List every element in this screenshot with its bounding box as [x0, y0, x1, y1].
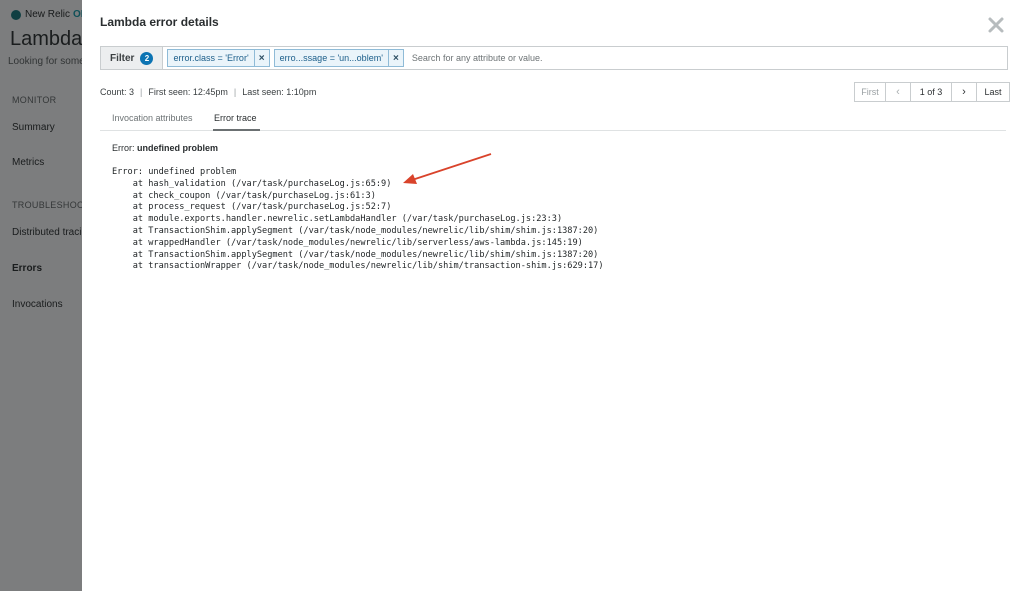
meta-separator: | [233, 87, 237, 97]
remove-filter-icon[interactable]: × [253, 50, 269, 66]
stack-line: at hash_validation (/var/task/purchaseLo… [112, 178, 392, 189]
filter-chip-error-class[interactable]: error.class = 'Error' × [167, 49, 270, 67]
detail-tabs: Invocation attributes Error trace [100, 110, 1006, 131]
stack-line: at transactionWrapper (/var/task/node_mo… [112, 261, 604, 272]
chevron-left-icon: ‹ [896, 86, 900, 98]
stack-line: at TransactionShim.applySegment (/var/ta… [112, 225, 599, 236]
stack-trace: Error: undefined problem at hash_validat… [112, 167, 604, 273]
error-label: Error: [112, 143, 138, 153]
error-summary: Error: undefined problem [112, 143, 218, 153]
chevron-right-icon: › [962, 86, 966, 98]
error-details-modal: Lambda error details Filter 2 error.clas… [82, 0, 1024, 591]
filter-chip-label: error.class = 'Error' [173, 53, 249, 63]
first-page-button[interactable]: First [855, 83, 886, 101]
filter-chip-label: erro...ssage = 'un...oblem' [279, 53, 383, 63]
filter-button[interactable]: Filter 2 [101, 47, 164, 69]
remove-filter-icon[interactable]: × [387, 50, 403, 66]
error-message: undefined problem [137, 143, 219, 153]
pagination: First ‹ 1 of 3 › Last [854, 82, 1010, 102]
stack-line: at TransactionShim.applySegment (/var/ta… [112, 249, 599, 260]
tab-error-trace[interactable]: Error trace [214, 113, 257, 123]
filter-bar: Filter 2 error.class = 'Error' × erro...… [100, 46, 1008, 70]
close-button[interactable] [987, 16, 1005, 34]
next-page-button[interactable]: › [952, 83, 977, 101]
active-tab-indicator [213, 129, 260, 131]
page-position: 1 of 3 [911, 83, 952, 101]
stack-line: Error: undefined problem [112, 167, 237, 177]
attribute-search-input[interactable] [409, 52, 834, 64]
error-meta: Count: 3 | First seen: 12:45pm | Last seen: … [100, 87, 316, 97]
stack-line: at wrappedHandler (/var/task/node_module… [112, 237, 583, 248]
stack-line: at module.exports.handler.newrelic.setLa… [112, 214, 563, 225]
last-page-button[interactable]: Last [977, 83, 1009, 101]
filter-count-badge: 2 [140, 51, 154, 65]
filter-chip-error-message[interactable]: erro...ssage = 'un...oblem' × [273, 49, 404, 67]
last-seen: Last seen: 1:10pm [242, 87, 317, 97]
stack-line: at process_request (/var/task/purchaseLo… [112, 202, 392, 213]
modal-title: Lambda error details [100, 15, 219, 29]
first-seen: First seen: 12:45pm [148, 87, 228, 97]
stack-line: at check_coupon (/var/task/purchaseLog.j… [112, 190, 376, 201]
close-icon [988, 17, 1004, 33]
meta-separator: | [140, 87, 143, 97]
error-count: Count: 3 [100, 87, 135, 97]
tab-invocation-attributes[interactable]: Invocation attributes [112, 113, 193, 123]
previous-page-button[interactable]: ‹ [886, 83, 911, 101]
filter-label: Filter [110, 52, 135, 64]
